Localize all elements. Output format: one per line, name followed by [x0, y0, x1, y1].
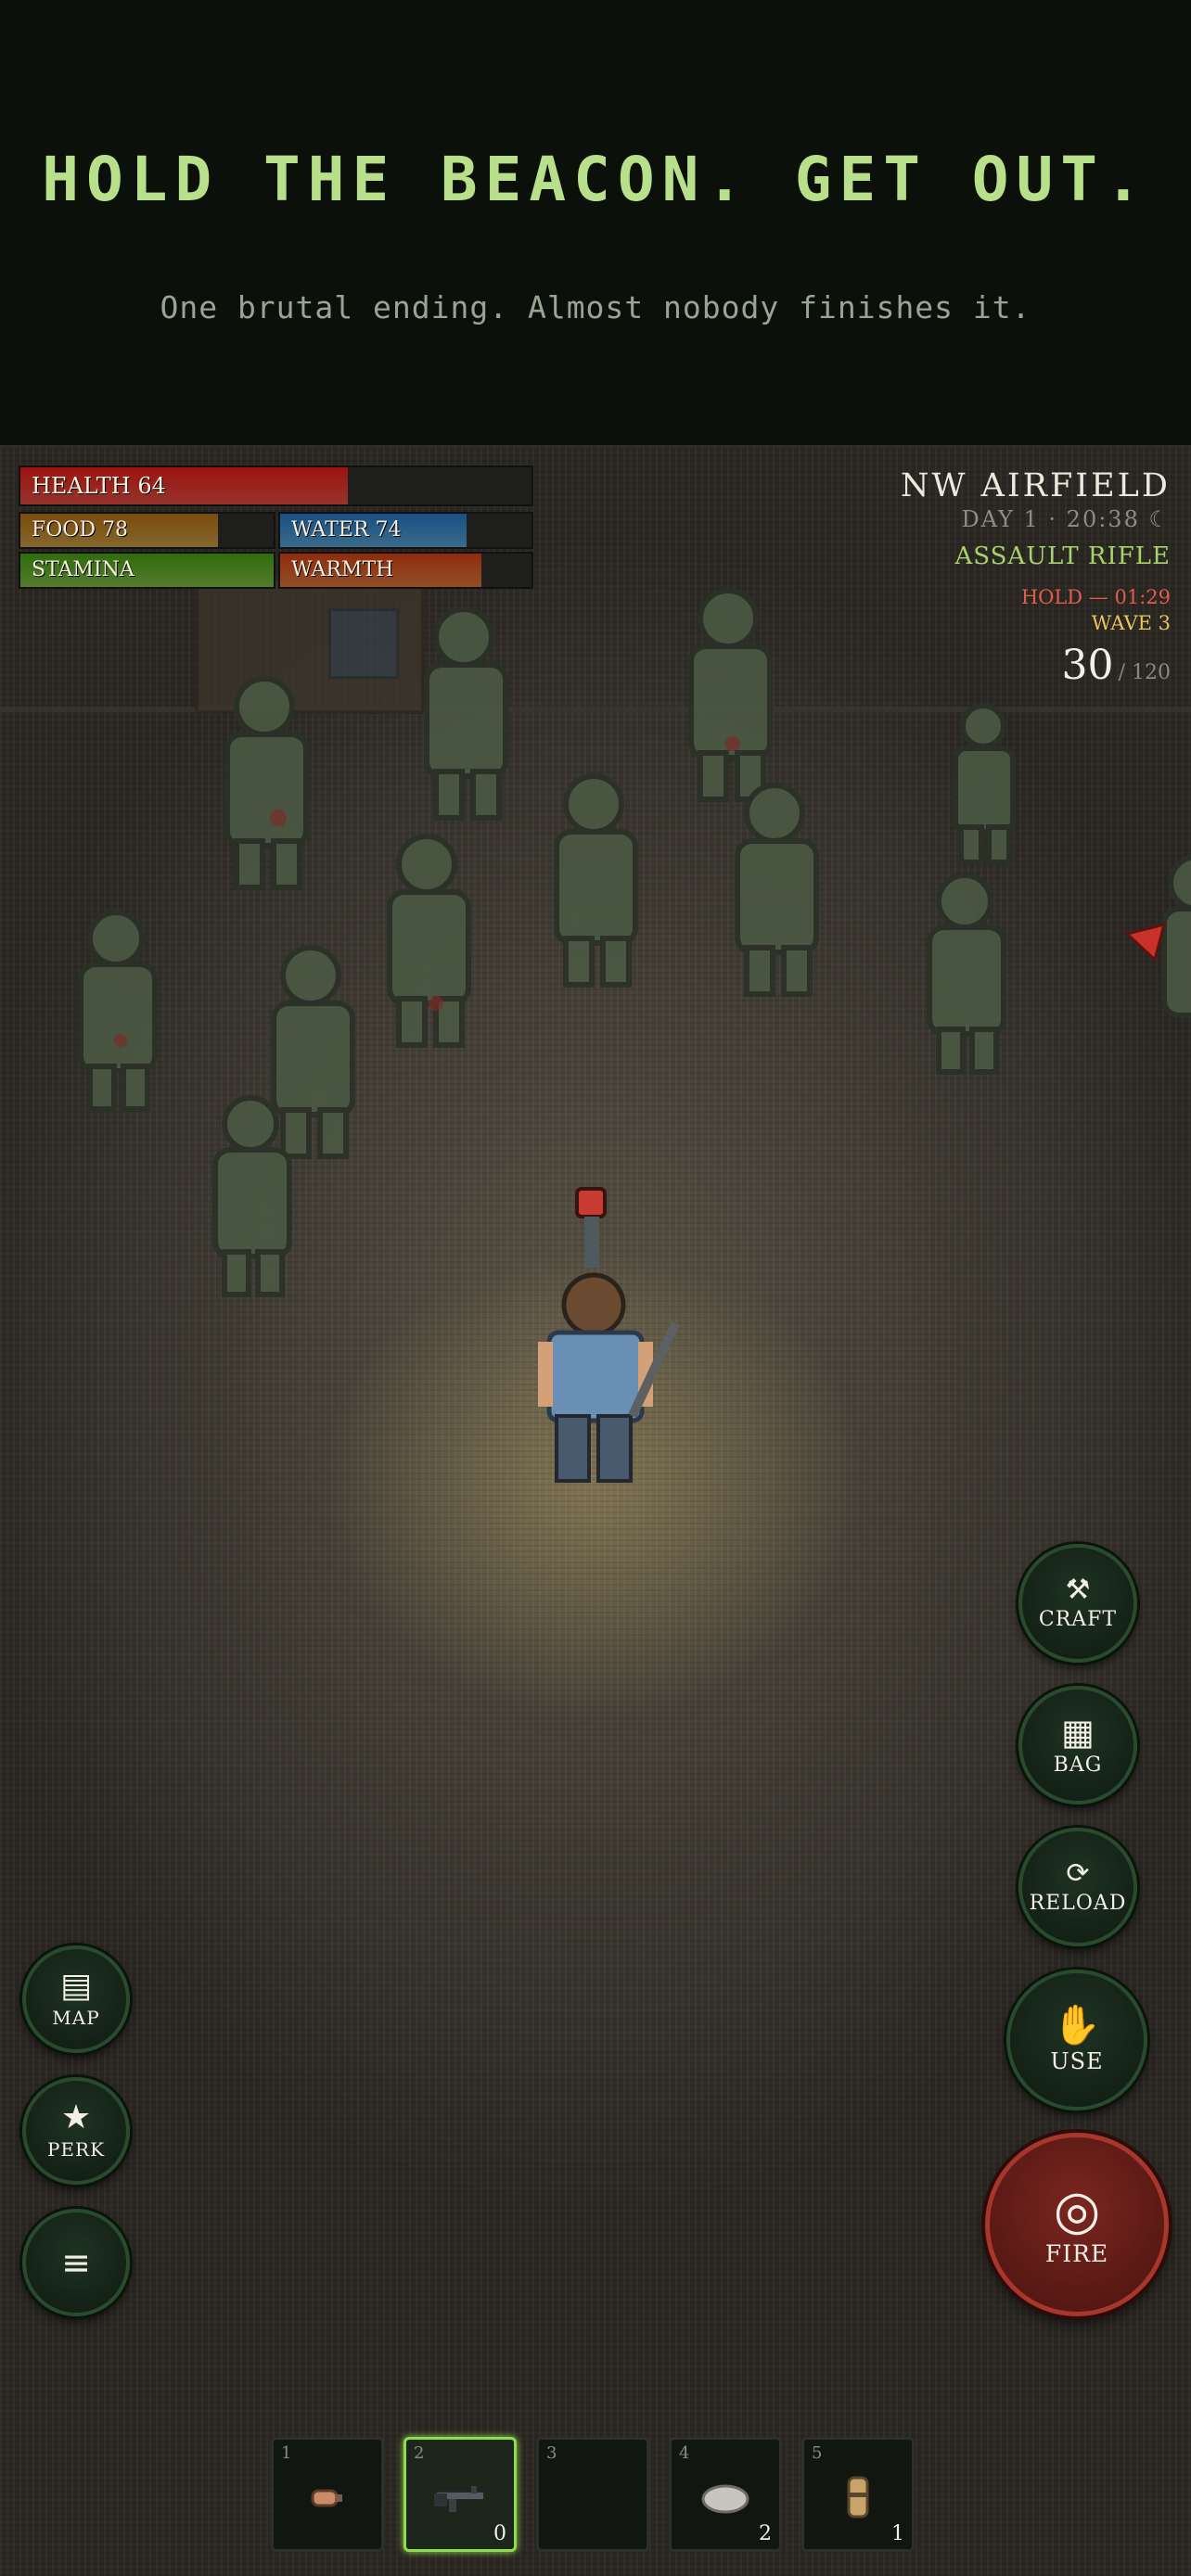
ammo-counter: 30 / 120 — [1062, 642, 1172, 689]
canteen-icon — [804, 2468, 912, 2527]
map-button[interactable]: ▤ MAP — [22, 1945, 130, 2053]
headline: HOLD THE BEACON. GET OUT. — [42, 144, 1149, 215]
fire-label: FIRE — [1044, 2239, 1109, 2267]
reload-button[interactable]: ⟳ RELOAD — [1018, 1828, 1137, 1946]
player-character — [538, 1187, 680, 1483]
fist-icon — [274, 2468, 381, 2527]
day-time: DAY 1 · 20:38 ☾ — [961, 506, 1171, 532]
threat-indicator-icon — [1123, 922, 1167, 963]
zombie — [212, 1095, 292, 1297]
slot-number: 4 — [679, 2443, 690, 2463]
zombie — [271, 945, 355, 1159]
rifle-icon — [406, 2468, 514, 2527]
perk-button[interactable]: ★ PERK — [22, 2077, 130, 2185]
zombie — [688, 588, 773, 802]
hotbar-slot-1[interactable]: 1 — [271, 2437, 384, 2552]
fire-button[interactable]: ◎ FIRE — [985, 2133, 1169, 2316]
hotbar-slot-4[interactable]: 4 2 — [669, 2437, 782, 2552]
zombie — [1161, 854, 1191, 1018]
map-icon: ▤ — [59, 1967, 92, 2005]
stamina-label: STAMINA — [32, 558, 134, 581]
zombie — [424, 606, 508, 821]
hold-timer: HOLD — 01:29 — [1020, 586, 1171, 608]
zombie — [953, 703, 1016, 865]
food-label: FOOD 78 — [32, 518, 128, 542]
hotbar-slot-2[interactable]: 2 0 — [403, 2437, 517, 2552]
hand-icon: ✋ — [1052, 2002, 1102, 2047]
warmth-bar: WARMTH — [278, 552, 533, 589]
location-name: NW AIRFIELD — [900, 467, 1171, 504]
zombie — [224, 676, 309, 890]
slot-count: 1 — [891, 2522, 904, 2545]
bag-icon: ▦ — [1061, 1711, 1095, 1753]
slot-number: 5 — [812, 2443, 823, 2463]
bag-label: BAG — [1053, 1753, 1103, 1777]
reload-label: RELOAD — [1029, 1891, 1127, 1915]
hotbar-slot-5[interactable]: 5 1 — [801, 2437, 915, 2552]
equipped-weapon: ASSAULT RIFLE — [954, 542, 1171, 570]
craft-label: CRAFT — [1038, 1607, 1118, 1631]
hotbar-slot-3[interactable]: 3 — [536, 2437, 649, 2552]
water-bar: WATER 74 — [278, 512, 533, 549]
ammo-current: 30 — [1061, 642, 1114, 689]
zombie — [78, 910, 158, 1112]
slot-count: 2 — [759, 2522, 772, 2545]
slot-number: 2 — [414, 2443, 425, 2463]
slot-count: 0 — [493, 2522, 506, 2545]
zombie — [735, 783, 819, 997]
water-label: WATER 74 — [291, 518, 402, 542]
subline: One brutal ending. Almost nobody finishe… — [160, 289, 1031, 325]
warmth-label: WARMTH — [291, 558, 394, 581]
zombie — [554, 773, 638, 988]
perk-label: PERK — [46, 2138, 106, 2161]
menu-icon: ≡ — [61, 2242, 91, 2283]
use-label: USE — [1050, 2048, 1104, 2074]
use-button[interactable]: ✋ USE — [1006, 1970, 1147, 2111]
craft-button[interactable]: ⚒ CRAFT — [1018, 1544, 1137, 1663]
ammo-max: / 120 — [1118, 661, 1171, 684]
rock-icon — [672, 2468, 779, 2527]
slot-number: 3 — [546, 2443, 557, 2463]
zombie — [927, 873, 1006, 1075]
wave-counter: WAVE 3 — [1091, 612, 1171, 634]
promo-banner: HOLD THE BEACON. GET OUT. One brutal end… — [0, 0, 1191, 447]
health-bar: HEALTH 64 — [19, 465, 533, 506]
menu-button[interactable]: ≡ — [22, 2209, 130, 2316]
map-label: MAP — [52, 2007, 100, 2029]
stamina-bar: STAMINA — [19, 552, 275, 589]
hammer-icon: ⚒ — [1065, 1573, 1091, 1606]
crosshair-icon: ◎ — [1053, 2177, 1101, 2241]
health-label: HEALTH 64 — [32, 473, 166, 499]
food-bar: FOOD 78 — [19, 512, 275, 549]
slot-number: 1 — [281, 2443, 292, 2463]
game-viewport[interactable]: HEALTH 64 FOOD 78 WATER 74 STAMINA WARMT… — [0, 447, 1191, 2576]
bag-button[interactable]: ▦ BAG — [1018, 1686, 1137, 1804]
reload-icon: ⟳ — [1066, 1856, 1090, 1890]
zombie — [387, 834, 471, 1048]
star-icon: ★ — [60, 2098, 92, 2136]
